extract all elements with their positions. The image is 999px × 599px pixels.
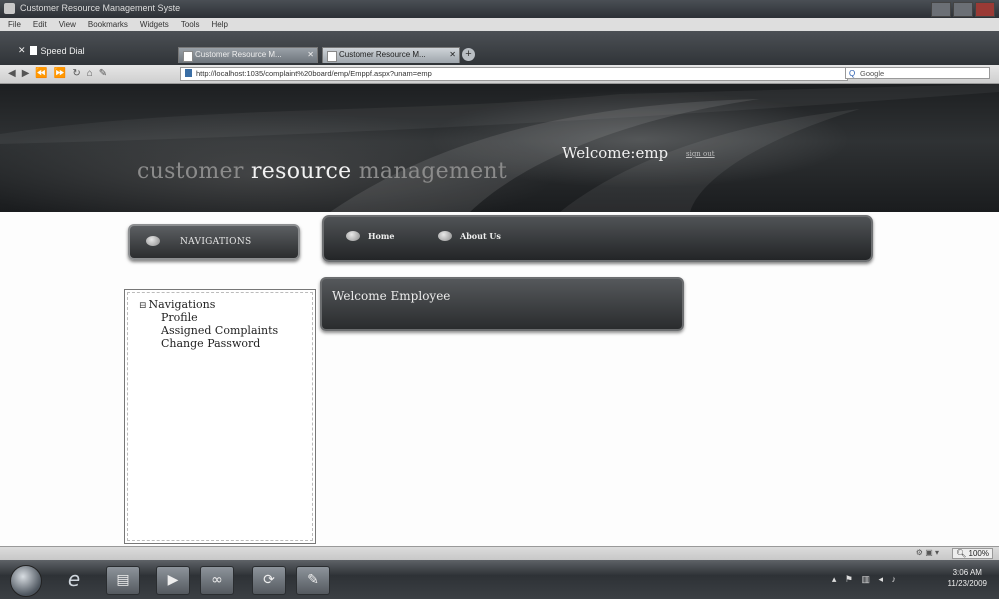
site-brand-title: customer resource management [137,159,507,184]
edit-icon[interactable]: ✎ [99,68,107,79]
bullet-icon [346,231,360,241]
menu-help[interactable]: Help [212,20,228,29]
menu-bookmarks[interactable]: Bookmarks [88,20,128,29]
tree-root-navigations[interactable]: ⊟ Navigations [139,298,215,311]
page-icon [183,51,193,62]
tab-close-icon[interactable]: ✕ [449,50,456,59]
zoom-control[interactable]: 🔍︎ 100% [952,548,993,559]
reload-icon[interactable]: ↻ [72,68,80,79]
menu-view[interactable]: View [59,20,76,29]
internet-explorer-icon[interactable]: e [58,566,90,593]
window-titlebar: Customer Resource Management Syste [0,0,999,18]
minimize-button[interactable] [931,2,951,17]
url-text: http://localhost:1035/complaint%20board/… [196,69,432,78]
tab-speed-dial[interactable]: ✕ Speed Dial [18,45,85,56]
window-controls [931,2,995,17]
file-explorer-icon[interactable]: ▤ [106,566,140,595]
page-icon [29,46,37,55]
clock-time: 3:06 AM [952,568,982,577]
navigation-tree-panel: ⊟ Navigations Profile Assigned Complaints… [124,289,316,544]
tab-crm-1[interactable]: Customer Resource M... ✕ [178,47,318,63]
new-tab-button[interactable]: + [462,48,475,61]
clock-date: 11/23/2009 [947,579,987,588]
nav-about-label: About Us [460,231,501,241]
url-input[interactable]: http://localhost:1035/complaint%20board/… [180,67,848,81]
tab-label: Speed Dial [40,45,85,56]
opera-browser-icon[interactable]: ⟳ [252,566,286,595]
page-icon [327,51,337,62]
tree-item-change-password[interactable]: Change Password [161,337,260,350]
navigations-header-button[interactable]: NAVIGATIONS [128,224,300,260]
tree-item-profile[interactable]: Profile [161,311,198,324]
search-placeholder: Google [860,69,885,78]
tab-close-icon[interactable]: ✕ [307,50,314,59]
brand-part-resource: resource [250,159,352,184]
visual-studio-icon[interactable]: ∞ [200,566,234,595]
site-header: customer resource management Welcome:emp… [0,84,999,212]
menu-bar: File Edit View Bookmarks Widgets Tools H… [0,18,999,31]
sign-out-link[interactable]: sign out [686,150,715,158]
browser-app-icon [4,3,15,14]
window-title: Customer Resource Management Syste [20,3,181,13]
menu-edit[interactable]: Edit [33,20,47,29]
menu-file[interactable]: File [8,20,21,29]
system-tray-icons[interactable]: ▴ ⚑ ▥ ◂ ♪ [832,574,899,585]
navigations-label: NAVIGATIONS [180,237,252,247]
media-player-icon[interactable]: ▶ [156,566,190,595]
bullet-icon [438,231,452,241]
tree-root-label: Navigations [148,298,216,311]
web-page: customer resource management Welcome:emp… [0,84,999,546]
search-icon: Q [849,69,856,78]
nav-home-label: Home [368,231,395,241]
tab-bar: ✕ Speed Dial Customer Resource M... ✕ Cu… [0,31,999,65]
maximize-button[interactable] [953,2,973,17]
top-navigation-bar: Home About Us [322,215,873,262]
nav-home-link[interactable]: Home [346,231,394,241]
brand-part-customer: customer [137,159,251,184]
fast-forward-icon[interactable]: ⏩ [54,68,66,79]
zoom-icon: 🔍︎ [956,549,969,558]
address-toolbar: ◀ ▶ ⏪ ⏩ ↻ ⌂ ✎ http://localhost:1035/comp… [0,65,999,84]
close-icon: ✕ [18,45,26,55]
tab-label: Customer Resource M... [195,50,282,59]
header-swoosh-graphic [0,84,999,212]
menu-tools[interactable]: Tools [181,20,200,29]
tab-crm-2[interactable]: Customer Resource M... ✕ [322,47,460,63]
system-clock[interactable]: 3:06 AM 11/23/2009 [948,567,987,589]
collapse-icon[interactable]: ⊟ [139,301,147,311]
nav-about-link[interactable]: About Us [438,231,501,241]
welcome-employee-panel: Welcome Employee [320,277,684,331]
welcome-employee-text: Welcome Employee [332,289,451,303]
rewind-icon[interactable]: ⏪ [35,68,47,79]
home-icon[interactable]: ⌂ [87,68,93,79]
tree-item-assigned-complaints[interactable]: Assigned Complaints [161,324,278,337]
back-icon[interactable]: ◀ [8,68,16,79]
browser-status-bar: ⚙ ▣ ▾ 🔍︎ 100% [0,546,999,561]
close-window-button[interactable] [975,2,995,17]
status-icons: ⚙ ▣ ▾ [915,548,939,557]
windows-taskbar: e ▤ ▶ ∞ ⟳ ✎ ▴ ⚑ ▥ ◂ ♪ 3:06 AM 11/23/2009 [0,560,999,599]
favicon-icon [185,69,192,77]
menu-widgets[interactable]: Widgets [140,20,169,29]
tab-label: Customer Resource M... [339,50,426,59]
search-input[interactable]: Q Google [845,67,990,79]
forward-icon[interactable]: ▶ [22,68,30,79]
start-button[interactable] [10,565,42,597]
paint-icon[interactable]: ✎ [296,566,330,595]
welcome-user-text: Welcome:emp [562,144,669,162]
bullet-icon [146,236,160,246]
zoom-value: 100% [968,549,989,558]
nav-buttons: ◀ ▶ ⏪ ⏩ ↻ ⌂ ✎ [8,68,107,79]
brand-part-management: management [351,159,508,184]
